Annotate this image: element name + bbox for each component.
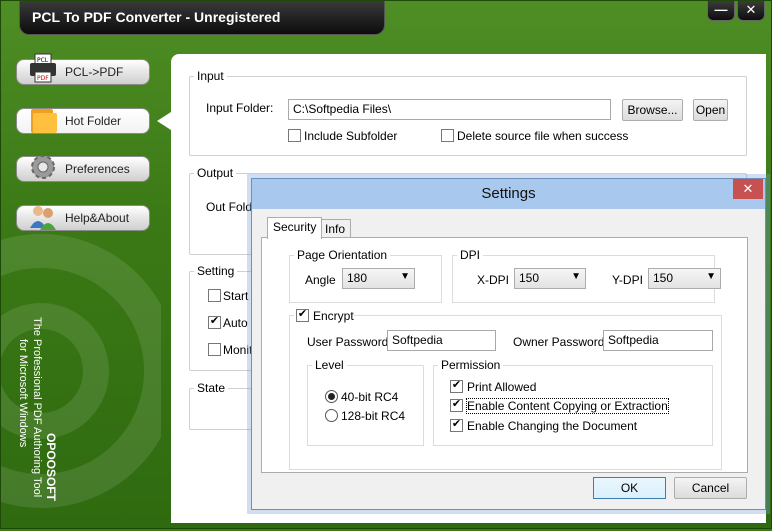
angle-value: 180 <box>347 271 368 285</box>
state-group-label: State <box>194 381 229 395</box>
start-with-windows-checkbox[interactable] <box>208 289 221 302</box>
xdpi-value: 150 <box>519 271 540 285</box>
minimize-button[interactable]: — <box>707 1 735 21</box>
xdpi-label: X-DPI <box>477 273 510 287</box>
nav-label: PCL->PDF <box>65 65 124 79</box>
monitor-checkbox[interactable] <box>208 343 221 356</box>
chevron-down-icon: ▼ <box>706 271 716 282</box>
content-copying-label: Enable Content Copying or Extraction <box>466 398 669 414</box>
user-password-label: User Password <box>307 335 389 349</box>
print-allowed-checkbox[interactable] <box>450 380 463 393</box>
setting-group-label: Setting <box>194 264 238 278</box>
dpi-label: DPI <box>457 248 484 262</box>
level-128bit-label: 128-bit RC4 <box>341 409 406 423</box>
chevron-down-icon: ▼ <box>400 271 410 282</box>
level-128bit-radio[interactable] <box>325 409 338 422</box>
tagline-line1: The Professional PDF Authoring Tool <box>31 317 43 498</box>
nav-label: Preferences <box>65 162 130 176</box>
open-button[interactable]: Open <box>693 99 728 121</box>
input-group: Input Input Folder: C:\Softpedia Files\ … <box>189 69 747 156</box>
app-title: PCL To PDF Converter - Unregistered <box>32 9 281 25</box>
tab-security[interactable]: Security <box>267 217 323 239</box>
encrypt-group: Encrypt User Password Softpedia Owner Pa… <box>289 308 722 470</box>
level-40bit-radio[interactable] <box>325 390 338 403</box>
chevron-down-icon: ▼ <box>571 271 581 282</box>
permission-group: Permission Print Allowed Enable Content … <box>433 358 713 446</box>
owner-password-field[interactable]: Softpedia <box>603 330 713 351</box>
encrypt-header: Encrypt <box>294 308 354 324</box>
include-subfolder-checkbox[interactable] <box>288 129 301 142</box>
window-controls: — ✕ <box>707 1 765 21</box>
level-40bit-label: 40-bit RC4 <box>341 390 399 404</box>
content-copying-checkbox[interactable] <box>450 399 463 412</box>
encrypt-label: Encrypt <box>313 309 354 323</box>
level-group-label: Level <box>312 358 347 372</box>
delete-source-label: Delete source file when success <box>457 129 629 143</box>
page-orientation-label: Page Orientation <box>294 248 391 262</box>
nav-label: Hot Folder <box>65 114 122 128</box>
user-password-field[interactable]: Softpedia <box>387 330 496 351</box>
angle-select[interactable]: 180 ▼ <box>342 268 415 289</box>
active-nav-pointer <box>157 112 171 130</box>
settings-dialog: Settings ✕ Security Info Page Orientatio… <box>251 178 766 510</box>
security-tab-panel: Page Orientation Angle 180 ▼ DPI X-DPI 1… <box>261 237 748 473</box>
delete-source-checkbox[interactable] <box>441 129 454 142</box>
title-bar: PCL To PDF Converter - Unregistered <box>19 1 385 35</box>
nav-label: Help&About <box>65 211 130 225</box>
include-subfolder-label: Include Subfolder <box>304 129 398 143</box>
input-group-label: Input <box>194 69 227 83</box>
browse-button[interactable]: Browse... <box>622 99 683 121</box>
users-icon <box>30 206 56 230</box>
tagline: OPOOSOFT The Professional PDF Authoring … <box>7 317 67 521</box>
ydpi-label: Y-DPI <box>612 273 643 287</box>
ydpi-value: 150 <box>653 271 674 285</box>
cancel-button[interactable]: Cancel <box>674 477 747 499</box>
ok-button[interactable]: OK <box>593 477 666 499</box>
input-folder-field[interactable]: C:\Softpedia Files\ <box>288 99 611 120</box>
settings-dialog-title: Settings <box>252 179 765 209</box>
settings-dialog-body: Security Info Page Orientation Angle 180… <box>252 209 765 509</box>
tab-info[interactable]: Info <box>319 219 352 239</box>
changing-document-checkbox[interactable] <box>450 419 463 432</box>
nav-pcl-to-pdf-button[interactable]: PCL PDF PCL->PDF <box>16 53 150 85</box>
nav-preferences-button[interactable]: Preferences <box>16 155 150 182</box>
angle-label: Angle <box>305 273 336 287</box>
encrypt-checkbox[interactable] <box>296 309 309 322</box>
page-orientation-group: Page Orientation Angle 180 ▼ <box>289 248 442 303</box>
dialog-close-button[interactable]: ✕ <box>733 179 763 199</box>
gear-icon <box>31 155 55 179</box>
printer-icon: PCL PDF <box>30 53 56 83</box>
output-group-label: Output <box>194 166 237 180</box>
nav-help-about-button[interactable]: Help&About <box>16 205 150 231</box>
brand-name: OPOOSOFT <box>44 433 58 502</box>
dpi-group: DPI X-DPI 150 ▼ Y-DPI 150 ▼ <box>452 248 721 303</box>
level-group: Level 40-bit RC4 128-bit RC4 <box>307 358 424 446</box>
permission-group-label: Permission <box>438 358 504 372</box>
changing-document-label: Enable Changing the Document <box>467 419 638 433</box>
close-button[interactable]: ✕ <box>737 1 765 21</box>
svg-text:PCL: PCL <box>37 57 49 64</box>
input-folder-label: Input Folder: <box>206 101 274 115</box>
auto-run-checkbox[interactable] <box>208 316 221 329</box>
svg-text:PDF: PDF <box>37 75 49 82</box>
ydpi-select[interactable]: 150 ▼ <box>648 268 721 289</box>
tagline-line2: for Microsoft Windows <box>17 339 29 448</box>
print-allowed-label: Print Allowed <box>467 380 537 394</box>
owner-password-label: Owner Password <box>513 335 605 349</box>
folder-icon <box>31 109 57 133</box>
xdpi-select[interactable]: 150 ▼ <box>514 268 586 289</box>
nav-hot-folder-button[interactable]: Hot Folder <box>16 108 150 134</box>
app-window: PCL To PDF Converter - Unregistered — ✕ … <box>0 0 772 529</box>
